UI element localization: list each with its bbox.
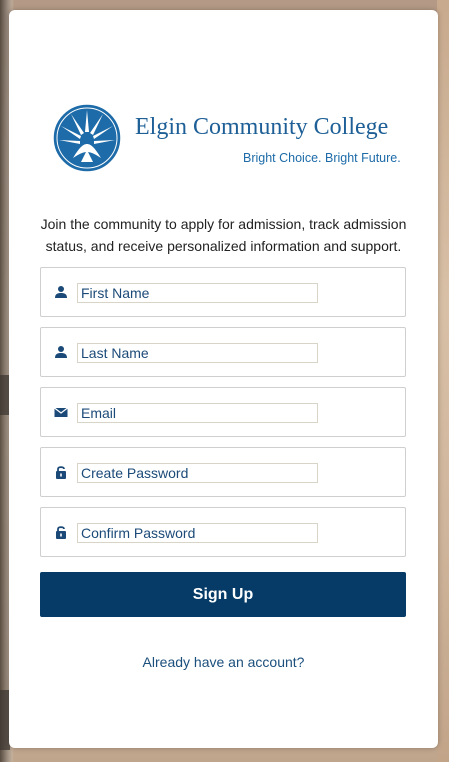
confirm-password-input[interactable] xyxy=(77,523,318,543)
starburst-emblem-icon xyxy=(52,103,122,173)
first-name-field xyxy=(40,267,406,317)
create-password-input[interactable] xyxy=(77,463,318,483)
last-name-field xyxy=(40,327,406,377)
first-name-input[interactable] xyxy=(77,283,318,303)
sign-up-button[interactable]: Sign Up xyxy=(40,572,406,617)
envelope-icon xyxy=(54,407,68,417)
signup-card: Elgin Community College Bright Choice. B… xyxy=(9,10,438,748)
person-icon xyxy=(55,346,67,358)
last-name-input[interactable] xyxy=(77,343,318,363)
already-have-account-link[interactable]: Already have an account? xyxy=(9,654,438,670)
lock-icon xyxy=(56,526,66,539)
lock-icon xyxy=(56,466,66,479)
email-field xyxy=(40,387,406,437)
college-tagline: Bright Choice. Bright Future. xyxy=(243,151,401,165)
confirm-password-field xyxy=(40,507,406,557)
intro-text: Join the community to apply for admissio… xyxy=(40,216,407,254)
college-logo: Elgin Community College Bright Choice. B… xyxy=(51,100,401,180)
email-input[interactable] xyxy=(77,403,318,423)
background-wall xyxy=(437,0,449,762)
create-password-field xyxy=(40,447,406,497)
person-icon xyxy=(55,286,67,298)
college-name: Elgin Community College xyxy=(135,114,389,140)
